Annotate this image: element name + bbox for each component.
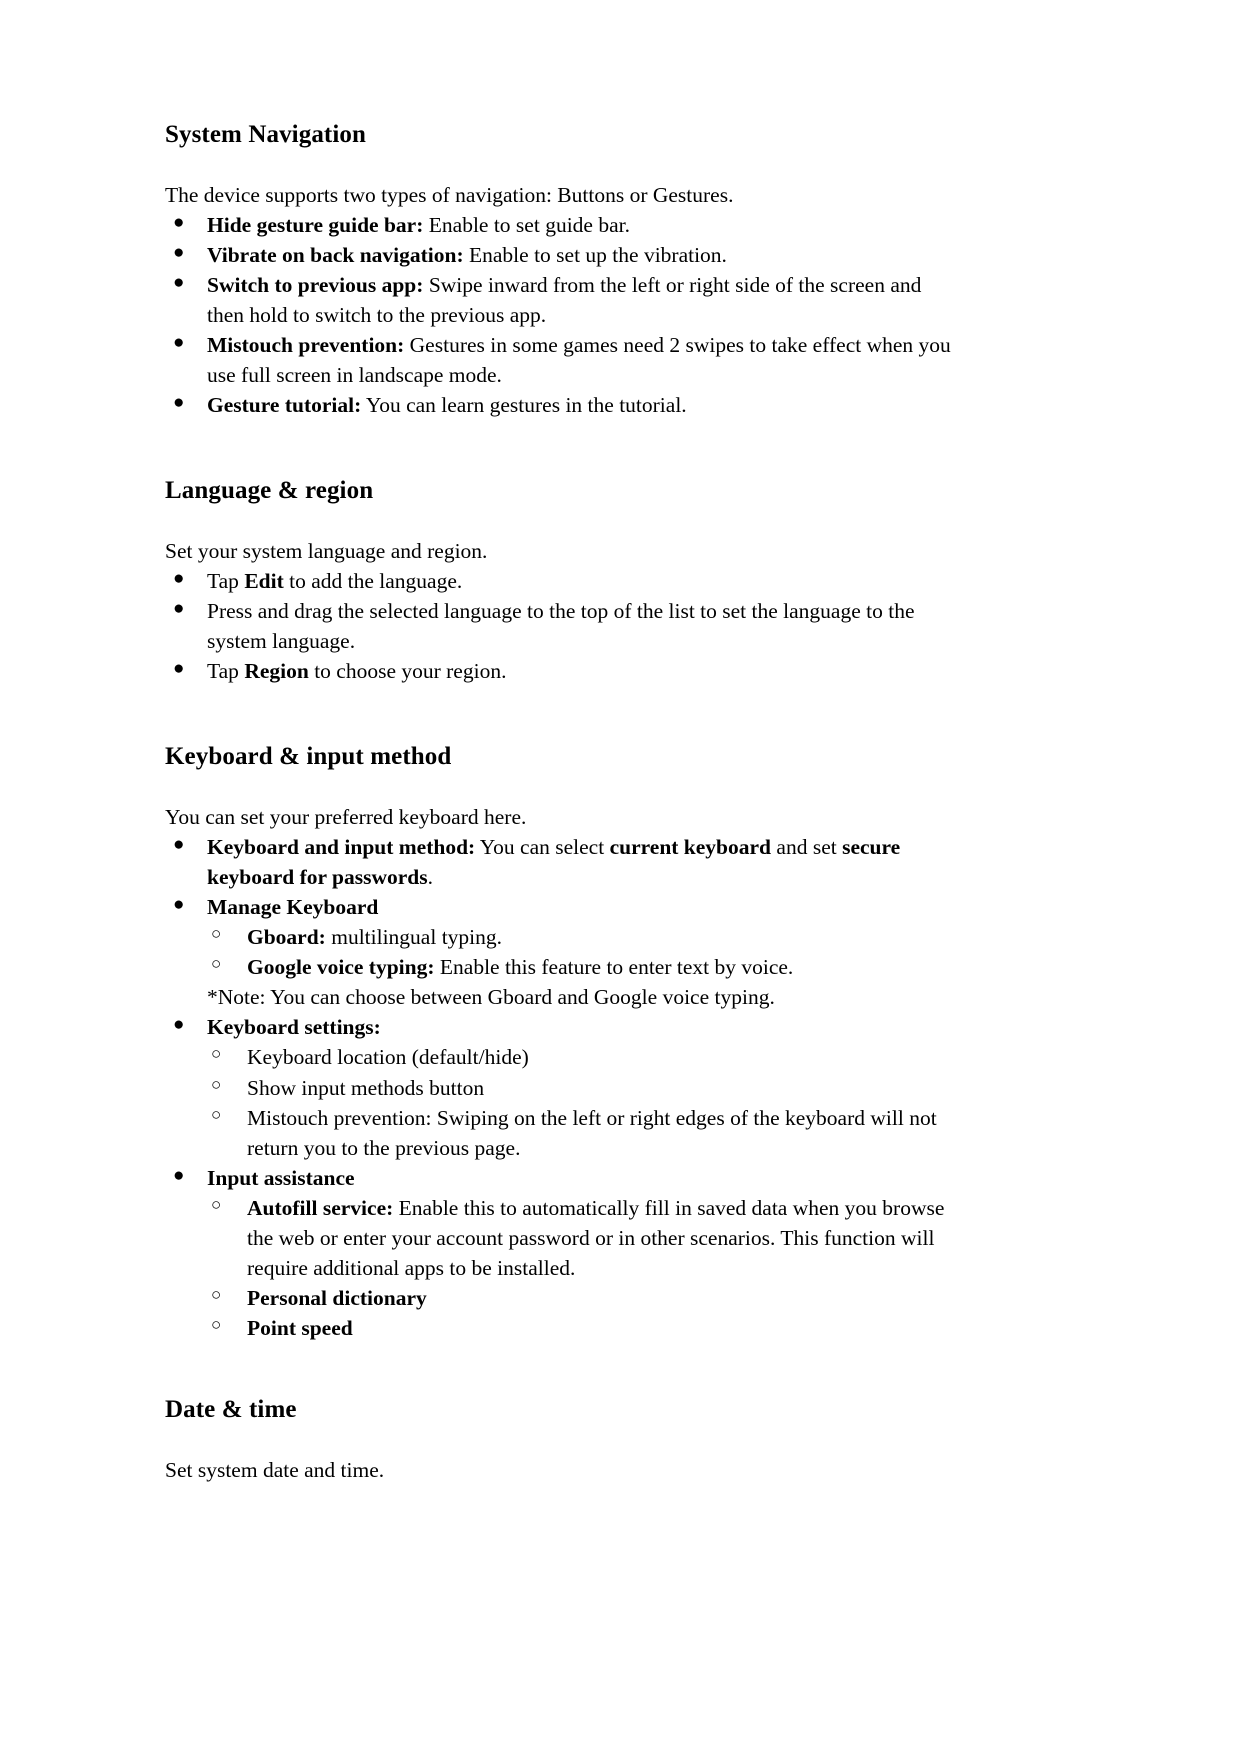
list-item-text: You can learn gestures in the tutorial.	[361, 393, 687, 418]
bullet-disc-icon: ●	[173, 833, 185, 855]
list-item: ● Mistouch prevention: Gestures in some …	[165, 330, 955, 390]
sublist-input-assistance-wrap: ○ Autofill service: Enable this to autom…	[165, 1193, 955, 1343]
sub-item-text: multilingual typing.	[325, 925, 503, 950]
list-item: ● Gesture tutorial: You can learn gestur…	[165, 390, 955, 420]
list-item: ● Tap Region to choose your region.	[165, 656, 955, 686]
list-item-text: Enable to set guide bar.	[423, 212, 630, 237]
sub-item-text: Enable this feature to enter text by voi…	[434, 955, 794, 980]
emphasis-secure: secure	[842, 834, 901, 859]
bullet-circle-icon: ○	[211, 1104, 222, 1124]
list-item-label: Hide gesture guide bar:	[207, 212, 424, 237]
list-item-label: Input assistance	[207, 1165, 355, 1190]
sublist-keyboard-settings: ○ Keyboard location (default/hide) ○ Sho…	[207, 1042, 955, 1162]
list-item-text: .	[427, 864, 433, 889]
document-page: System Navigation The device supports tw…	[0, 0, 1240, 1755]
list-item: ○ Show input methods button	[207, 1073, 955, 1103]
heading-language-region: Language & region	[165, 477, 374, 505]
bullet-disc-icon: ●	[173, 331, 185, 353]
list-keyboard-input-method: ● Keyboard and input method: You can sel…	[165, 832, 955, 1344]
list-item: ● Hide gesture guide bar: Enable to set …	[165, 210, 955, 240]
bullet-disc-icon: ●	[173, 658, 185, 680]
sub-item-label: Personal dictionary	[247, 1286, 427, 1311]
list-item-text: Press and drag the selected language to …	[207, 598, 915, 654]
bullet-circle-icon: ○	[211, 924, 222, 944]
list-item: ● Switch to previous app: Swipe inward f…	[165, 270, 955, 330]
list-item: ● Input assistance	[165, 1163, 955, 1193]
bullet-disc-icon: ●	[173, 211, 185, 233]
list-item-text: You can select	[475, 834, 610, 859]
list-item-text: to choose your region.	[308, 659, 507, 684]
list-item: ○ Point speed	[207, 1313, 955, 1343]
list-item: ● Vibrate on back navigation: Enable to …	[165, 240, 955, 270]
list-item: ○ Google voice typing: Enable this featu…	[207, 952, 955, 982]
emphasis-keyboard-for-passwords: keyboard for passwords	[207, 865, 428, 889]
document-content: System Navigation The device supports tw…	[165, 120, 955, 1485]
sub-item-text: Mistouch prevention: Swiping on the left…	[247, 1105, 937, 1160]
bullet-circle-icon: ○	[211, 1074, 222, 1094]
list-item: ○ Gboard: multilingual typing.	[207, 922, 955, 952]
bullet-circle-icon: ○	[211, 1194, 222, 1214]
list-item-label: Manage Keyboard	[207, 895, 379, 919]
list-item-prefix: Tap	[207, 659, 245, 684]
list-item: ● Manage Keyboard	[165, 892, 955, 922]
bullet-circle-icon: ○	[211, 1044, 222, 1064]
list-item-label: Vibrate on back navigation:	[207, 242, 464, 267]
bullet-disc-icon: ●	[173, 894, 185, 915]
list-item: ○ Autofill service: Enable this to autom…	[207, 1193, 955, 1283]
list-item-label: Region	[244, 659, 309, 684]
intro-language-region: Set your system language and region.	[165, 538, 488, 563]
sublist-keyboard-settings-wrap: ○ Keyboard location (default/hide) ○ Sho…	[165, 1042, 955, 1162]
list-item-text: Enable to set up the vibration.	[463, 242, 727, 267]
sublist-input-assistance: ○ Autofill service: Enable this to autom…	[207, 1193, 955, 1343]
note-manage-keyboard: *Note: You can choose between Gboard and…	[207, 985, 775, 1010]
list-item-label: Keyboard and input method:	[207, 834, 476, 859]
intro-date-time: Set system date and time.	[165, 1457, 385, 1482]
sub-item-label: Point speed	[247, 1316, 353, 1341]
list-item: ● Keyboard settings:	[165, 1012, 955, 1042]
bullet-disc-icon: ●	[173, 1014, 185, 1036]
list-item-label: Gesture tutorial:	[207, 393, 362, 418]
emphasis-text: keyboard for passwords	[207, 864, 428, 889]
sub-item-label: Google voice typing:	[247, 955, 435, 980]
sublist-manage-keyboard: ○ Gboard: multilingual typing. ○ Google …	[207, 922, 955, 982]
sub-item-label: Autofill service:	[247, 1195, 394, 1220]
list-item-text: to add the language.	[283, 568, 463, 593]
intro-keyboard-input-method: You can set your preferred keyboard here…	[165, 804, 527, 829]
list-language-region: ● Tap Edit to add the language. ● Press …	[165, 566, 955, 686]
list-item-label: Switch to previous app:	[207, 272, 424, 297]
list-item-prefix: Tap	[207, 568, 245, 593]
bullet-circle-icon: ○	[211, 1285, 222, 1305]
intro-system-navigation: The device supports two types of navigat…	[165, 182, 734, 207]
sub-item-text: Keyboard location (default/hide)	[247, 1045, 529, 1070]
list-item: ● Press and drag the selected language t…	[165, 596, 955, 656]
list-item: ○ Mistouch prevention: Swiping on the le…	[207, 1103, 955, 1163]
bullet-circle-icon: ○	[211, 1315, 222, 1335]
bullet-disc-icon: ●	[173, 567, 185, 589]
heading-date-time: Date & time	[165, 1396, 297, 1424]
list-item: ● Keyboard and input method: You can sel…	[165, 832, 955, 892]
heading-system-navigation: System Navigation	[165, 121, 367, 148]
bullet-disc-icon: ●	[173, 1164, 185, 1186]
bullet-disc-icon: ●	[173, 597, 185, 619]
list-item-label: Mistouch prevention:	[207, 332, 405, 357]
sub-item-label: Gboard:	[247, 925, 326, 950]
emphasis-current-keyboard: current keyboard	[609, 834, 772, 859]
heading-keyboard-input-method: Keyboard & input method	[165, 743, 452, 771]
sub-item-text: Show input methods button	[247, 1075, 485, 1100]
list-item: ○ Keyboard location (default/hide)	[207, 1042, 955, 1072]
list-item: ● Tap Edit to add the language.	[165, 566, 955, 596]
bullet-disc-icon: ●	[173, 271, 185, 293]
list-item-label: Keyboard settings:	[207, 1015, 381, 1040]
list-system-navigation: ● Hide gesture guide bar: Enable to set …	[165, 210, 955, 421]
bullet-disc-icon: ●	[173, 241, 185, 263]
bullet-circle-icon: ○	[211, 954, 222, 974]
list-item-text: and set	[771, 834, 843, 859]
list-item: ○ Personal dictionary	[207, 1283, 955, 1313]
list-item-label: Edit	[244, 568, 284, 593]
bullet-disc-icon: ●	[173, 392, 185, 414]
sublist-manage-keyboard-wrap: ○ Gboard: multilingual typing. ○ Google …	[165, 922, 955, 982]
